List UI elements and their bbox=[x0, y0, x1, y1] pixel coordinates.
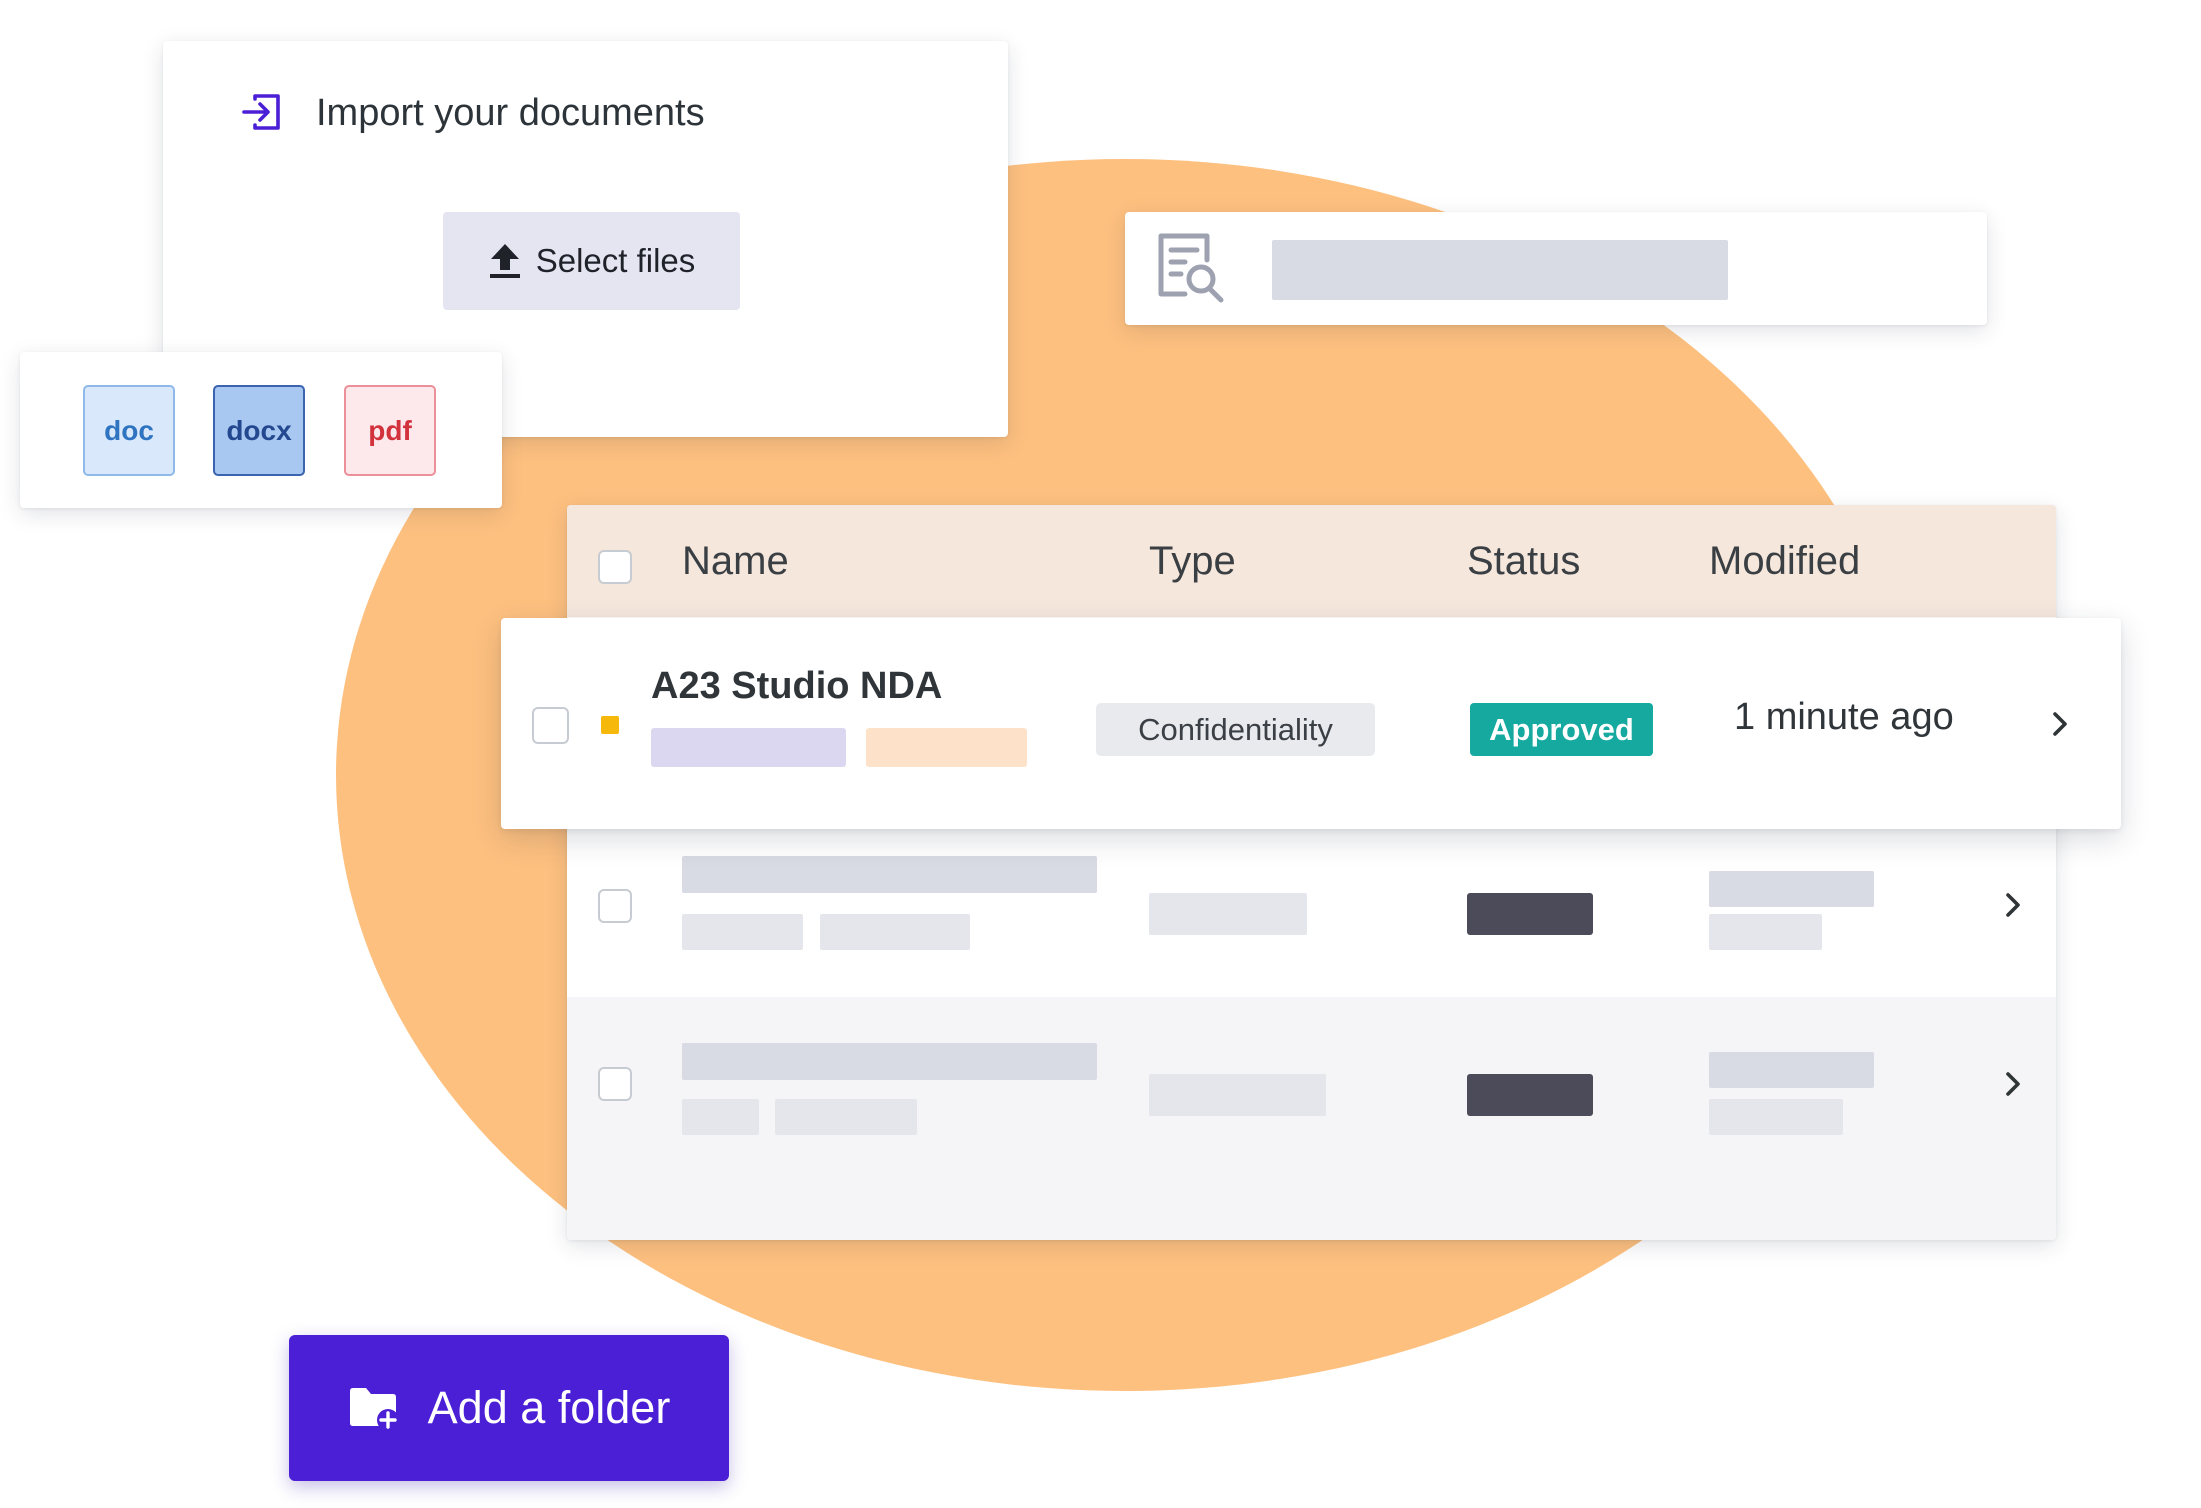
select-files-label: Select files bbox=[535, 242, 696, 279]
placeholder-status bbox=[1467, 893, 1593, 935]
chevron-right-icon[interactable] bbox=[2002, 1069, 2024, 1099]
document-name[interactable]: A23 Studio NDA bbox=[651, 662, 942, 710]
documents-table: Name Type Status Modified bbox=[567, 505, 2056, 1240]
column-header-status[interactable]: Status bbox=[1467, 533, 1580, 589]
placeholder-status bbox=[1467, 1074, 1593, 1116]
document-type-pill: Confidentiality bbox=[1096, 703, 1375, 756]
file-type-pdf: pdf bbox=[344, 385, 436, 476]
file-types-card: doc docx pdf bbox=[20, 352, 502, 508]
file-type-doc: doc bbox=[83, 385, 175, 476]
column-header-name[interactable]: Name bbox=[682, 533, 789, 589]
placeholder-time bbox=[1709, 914, 1822, 950]
status-badge: Approved bbox=[1470, 703, 1653, 756]
add-folder-label: Add a folder bbox=[427, 1382, 671, 1433]
highlighted-document-row[interactable]: A23 Studio NDA Confidentiality Approved … bbox=[501, 618, 2121, 829]
add-folder-icon bbox=[349, 1388, 399, 1431]
select-all-checkbox[interactable] bbox=[598, 550, 632, 584]
placeholder-name bbox=[682, 856, 1097, 893]
placeholder-name bbox=[682, 1043, 1097, 1080]
row-checkbox[interactable] bbox=[532, 707, 569, 744]
table-header: Name Type Status Modified bbox=[567, 505, 2056, 617]
placeholder-date bbox=[1709, 871, 1874, 907]
document-search-icon bbox=[1158, 233, 1224, 303]
placeholder-type bbox=[1149, 1074, 1326, 1116]
select-files-button[interactable]: Select files bbox=[443, 212, 740, 310]
search-input[interactable] bbox=[1272, 240, 1728, 300]
row-checkbox[interactable] bbox=[598, 889, 632, 923]
placeholder-tag bbox=[775, 1099, 917, 1135]
placeholder-time bbox=[1709, 1099, 1843, 1135]
modified-time: 1 minute ago bbox=[1734, 696, 1954, 738]
column-header-type[interactable]: Type bbox=[1149, 533, 1236, 589]
placeholder-tag bbox=[651, 728, 846, 767]
chevron-right-icon[interactable] bbox=[2049, 709, 2071, 739]
search-card bbox=[1125, 212, 1987, 325]
upload-icon bbox=[489, 244, 520, 278]
table-row[interactable] bbox=[567, 997, 2056, 1240]
placeholder-tag bbox=[866, 728, 1027, 767]
placeholder-type bbox=[1149, 893, 1307, 935]
import-title: Import your documents bbox=[316, 92, 705, 134]
placeholder-tag bbox=[682, 1099, 759, 1135]
row-checkbox[interactable] bbox=[598, 1067, 632, 1101]
placeholder-tag bbox=[682, 914, 803, 950]
add-folder-button[interactable]: Add a folder bbox=[289, 1335, 729, 1481]
placeholder-tag bbox=[820, 914, 970, 950]
priority-flag bbox=[601, 716, 619, 734]
chevron-right-icon[interactable] bbox=[2002, 890, 2024, 920]
import-icon bbox=[242, 94, 280, 130]
file-type-docx: docx bbox=[213, 385, 305, 476]
table-row[interactable] bbox=[567, 815, 2056, 997]
column-header-modified[interactable]: Modified bbox=[1709, 533, 1860, 589]
placeholder-date bbox=[1709, 1052, 1874, 1088]
